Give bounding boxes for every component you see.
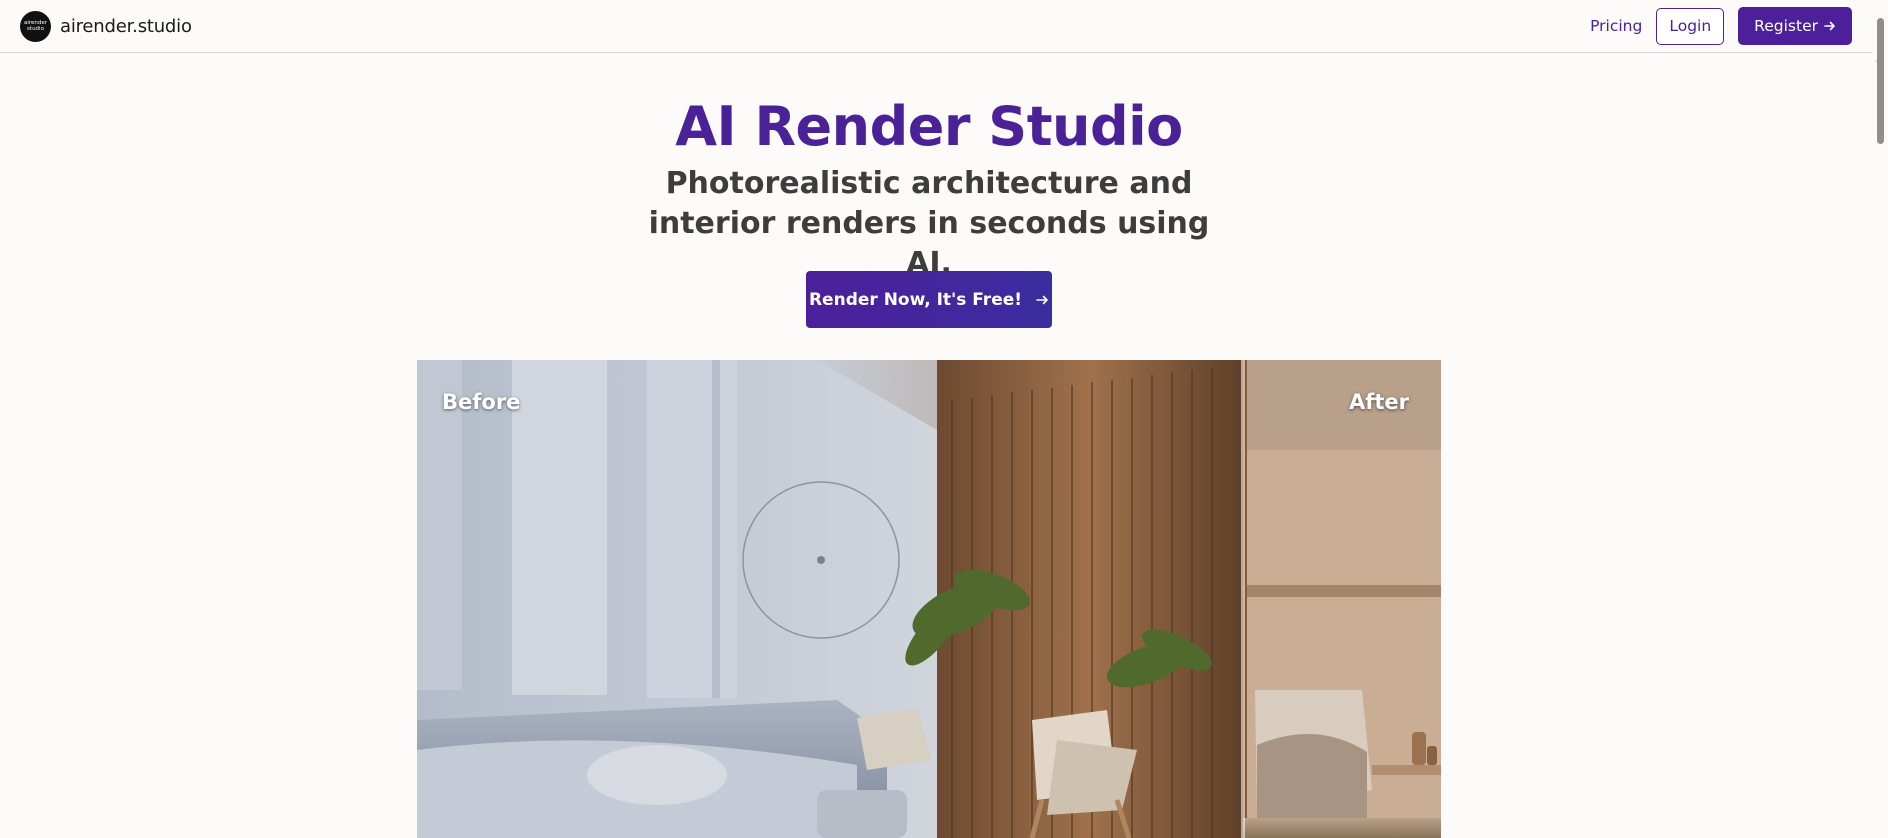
- page-scrollbar[interactable]: [1872, 0, 1888, 838]
- header-nav: Pricing Login Register: [1590, 7, 1852, 45]
- login-button[interactable]: Login: [1656, 7, 1725, 45]
- register-button[interactable]: Register: [1738, 7, 1852, 45]
- before-image-pane: [417, 360, 1243, 838]
- render-now-button[interactable]: Render Now, It's Free!: [806, 271, 1052, 328]
- comparison-slider-handle[interactable]: [1241, 360, 1245, 838]
- render-now-button-label: Render Now, It's Free!: [808, 289, 1023, 310]
- before-after-comparison[interactable]: Before After: [417, 360, 1441, 838]
- after-label: After: [1348, 390, 1409, 414]
- logo-text-line2: studio: [27, 26, 44, 32]
- top-navbar: airender studio airender.studio Pricing …: [0, 0, 1872, 53]
- pricing-link[interactable]: Pricing: [1590, 17, 1642, 35]
- brand-logo-link[interactable]: airender studio airender.studio: [20, 10, 192, 42]
- arrow-right-icon: [1036, 295, 1048, 304]
- brand-name: airender.studio: [60, 15, 192, 37]
- hero-title: AI Render Studio: [675, 95, 1183, 158]
- brand-logo-mark: airender studio: [20, 10, 51, 42]
- hero-subtitle: Photorealistic architecture and interior…: [648, 166, 1210, 281]
- before-label: Before: [442, 390, 521, 414]
- scrollbar-thumb[interactable]: [1877, 18, 1884, 144]
- before-render-image: [417, 360, 1243, 838]
- arrow-right-icon: [1824, 21, 1835, 31]
- register-button-label: Register: [1754, 17, 1818, 35]
